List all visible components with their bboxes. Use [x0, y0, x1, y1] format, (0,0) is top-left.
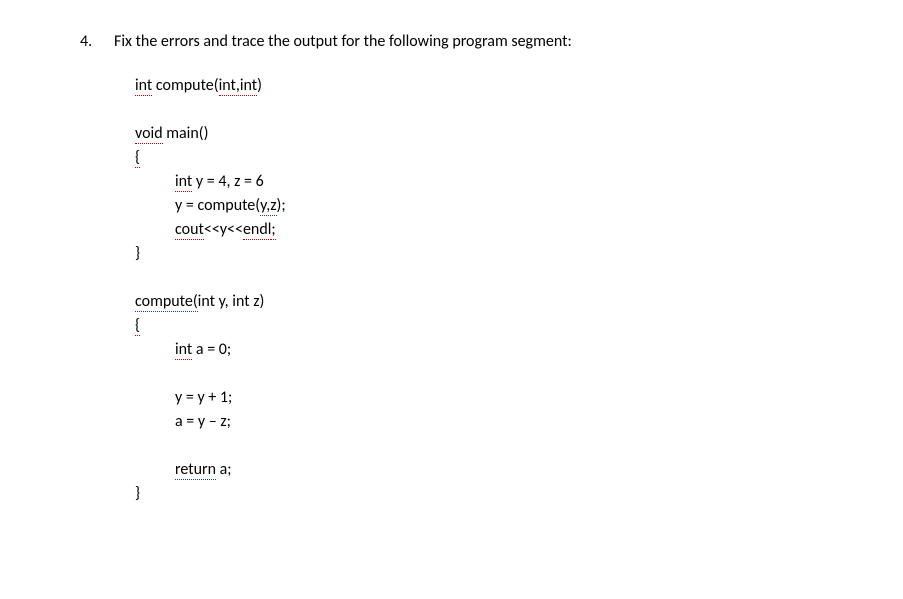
- code-line-6: cout<<y<<endl;: [135, 218, 823, 242]
- code-line-5: y = compute(y,z);: [135, 194, 823, 218]
- code-line-4: int y = 4, z = 6: [135, 170, 823, 194]
- question-number: 4.: [80, 30, 110, 54]
- code-line-10: int a = 0;: [135, 338, 823, 362]
- err-void: void: [135, 124, 163, 144]
- err-brace-open: {: [135, 316, 140, 336]
- code-text: a = y – z;: [175, 412, 231, 431]
- err-intint: int,int: [219, 76, 258, 96]
- err-int: int: [175, 172, 192, 192]
- code-line-12: a = y – z;: [135, 410, 823, 434]
- code-text: main(): [163, 124, 209, 143]
- blank-line: [135, 98, 823, 122]
- err-compute: compute(: [135, 292, 198, 312]
- question-header: 4. Fix the errors and trace the output f…: [80, 30, 823, 54]
- err-cout: cout: [175, 220, 204, 240]
- err-int: int: [135, 76, 152, 96]
- code-line-14: }: [135, 482, 823, 506]
- code-line-7: }: [135, 242, 823, 266]
- code-text: y = compute(: [175, 196, 260, 215]
- code-text: );: [277, 196, 286, 215]
- question-prompt: Fix the errors and trace the output for …: [114, 30, 823, 54]
- code-text: }: [135, 484, 140, 503]
- blank-line: [135, 266, 823, 290]
- code-block: int compute(int,int) void main() { int y…: [135, 74, 823, 506]
- err-endl: endl: [243, 220, 271, 240]
- err-semi: ;: [271, 220, 275, 240]
- code-line-8: compute(int y, int z): [135, 290, 823, 314]
- err-yz: y,z: [260, 196, 276, 216]
- code-text: y = 4, z = 6: [192, 172, 263, 191]
- blank-line: [135, 434, 823, 458]
- err-int: int: [175, 340, 192, 360]
- code-text: <<y<<: [204, 220, 243, 239]
- code-text: ): [257, 76, 262, 95]
- code-text: a = 0;: [192, 340, 231, 359]
- code-line-11: y = y + 1;: [135, 386, 823, 410]
- code-line-9: {: [135, 314, 823, 338]
- code-text: }: [135, 244, 140, 263]
- err-brace-open: {: [135, 148, 140, 168]
- code-line-1: int compute(int,int): [135, 74, 823, 98]
- code-line-13: return a;: [135, 458, 823, 482]
- blank-line: [135, 362, 823, 386]
- code-line-2: void main(): [135, 122, 823, 146]
- code-text: y = y + 1;: [175, 388, 232, 407]
- code-text: compute(: [152, 76, 218, 95]
- code-text: int y, int z): [198, 292, 265, 311]
- err-return: return: [175, 460, 216, 480]
- code-text: a;: [216, 460, 232, 479]
- code-line-3: {: [135, 146, 823, 170]
